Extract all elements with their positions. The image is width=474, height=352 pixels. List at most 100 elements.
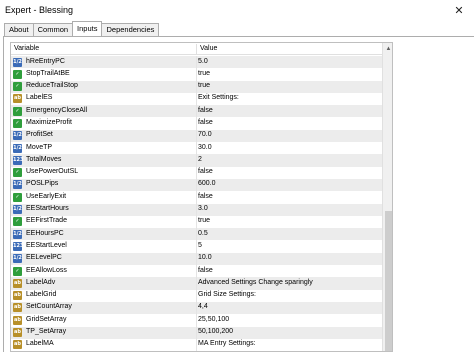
vertical-scrollbar[interactable]: ▲ <box>382 43 392 351</box>
variable-value[interactable]: true <box>198 82 210 89</box>
variable-value[interactable]: 50,100,200 <box>198 328 233 335</box>
table-row[interactable]: ab GridSetArray 25,50,100 <box>11 314 382 327</box>
variable-value[interactable]: true <box>198 70 210 77</box>
column-divider <box>196 252 197 266</box>
variable-name: SetCountArray <box>26 303 72 311</box>
variable-value[interactable]: false <box>198 267 213 274</box>
column-divider <box>196 326 197 339</box>
scroll-thumb[interactable] <box>385 211 392 351</box>
variable-value[interactable]: 0.5 <box>198 230 208 237</box>
table-row[interactable]: ab LabelMA MA Entry Settings: <box>11 338 382 351</box>
column-divider <box>196 178 197 192</box>
table-row[interactable]: 1/2 MoveTP 30.0 <box>11 142 382 155</box>
column-divider <box>196 314 197 327</box>
table-row[interactable]: ✓ MaximizeProfit false <box>11 117 382 130</box>
variable-name: MoveTP <box>26 143 53 151</box>
num-type-icon: 1/2 <box>13 229 22 239</box>
variable-value[interactable]: true <box>198 217 210 224</box>
variable-name: POSLPips <box>26 180 59 188</box>
table-row[interactable]: ✓ UsePowerOutSL false <box>11 166 382 179</box>
str-type-icon: ab <box>13 315 22 325</box>
table-row[interactable]: 1/2 POSLPips 600.0 <box>11 178 382 192</box>
column-divider[interactable] <box>196 44 197 54</box>
tab-about[interactable]: About <box>4 23 34 36</box>
scroll-up-icon[interactable]: ▲ <box>383 43 392 54</box>
table-row[interactable]: ab LabelGrid Grid Size Settings: <box>11 289 382 302</box>
variable-value[interactable]: false <box>198 168 213 175</box>
variable-value[interactable]: false <box>198 119 213 126</box>
column-divider <box>196 215 197 229</box>
variable-value[interactable]: Advanced Settings Change sparingly <box>198 279 313 286</box>
variable-value[interactable]: 25,50,100 <box>198 316 229 323</box>
variable-value[interactable]: false <box>198 193 213 200</box>
variable-value[interactable]: 2 <box>198 156 202 163</box>
variable-name: EEStartLevel <box>26 241 67 249</box>
variable-value[interactable]: 30.0 <box>198 144 212 151</box>
column-divider <box>196 105 197 118</box>
table-row[interactable]: 1/2 EEHoursPC 0.5 <box>11 228 382 241</box>
tab-dependencies[interactable]: Dependencies <box>101 23 160 36</box>
variable-value[interactable]: 10.0 <box>198 254 212 261</box>
variable-value[interactable]: Exit Settings: <box>198 94 239 101</box>
tab-inputs[interactable]: Inputs <box>72 21 103 36</box>
table-row[interactable]: ✓ EEFirstTrade true <box>11 215 382 229</box>
column-divider <box>196 129 197 143</box>
variable-name: LabelMA <box>26 340 54 348</box>
num-type-icon: 1/2 <box>13 57 22 67</box>
variable-name: ProfitSet <box>26 131 53 139</box>
variable-value[interactable]: 600.0 <box>198 180 216 187</box>
column-header-variable[interactable]: Variable <box>14 45 39 52</box>
bool-type-icon: ✓ <box>13 168 22 178</box>
variable-name: LabelAdv <box>26 278 56 286</box>
variable-value[interactable]: 70.0 <box>198 131 212 138</box>
table-row[interactable]: 1/2 EEStartHours 3.0 <box>11 203 382 216</box>
column-divider <box>196 92 197 106</box>
variable-name: EELevelPC <box>26 254 62 262</box>
tab-strip: About Common Inputs Dependencies <box>4 21 160 36</box>
table-row[interactable]: ✓ UseEarlyExit false <box>11 191 382 204</box>
table-row[interactable]: 123 EEStartLevel 5 <box>11 240 382 253</box>
bool-type-icon: ✓ <box>13 266 22 276</box>
table-row[interactable]: ab LabelES Exit Settings: <box>11 92 382 106</box>
str-type-icon: ab <box>13 278 22 288</box>
column-divider <box>196 277 197 290</box>
variable-value[interactable]: MA Entry Settings: <box>198 340 256 347</box>
int-type-icon: 123 <box>13 241 24 251</box>
table-row[interactable]: ab TP_SetArray 50,100,200 <box>11 326 382 339</box>
variable-value[interactable]: 5 <box>198 242 202 249</box>
variable-name: UsePowerOutSL <box>26 168 79 176</box>
tab-common[interactable]: Common <box>32 23 74 36</box>
table-row[interactable]: ✓ EEAllowLoss false <box>11 265 382 278</box>
bool-type-icon: ✓ <box>13 106 22 116</box>
variable-value[interactable]: false <box>198 107 213 114</box>
column-divider <box>196 265 197 278</box>
grid-rows: 1/2 hReEntryPC 5.0 ✓ StopTrailAtBE true ✓ Reduc… <box>11 56 382 351</box>
window-title: Expert - Blessing <box>5 5 74 15</box>
table-row[interactable]: 123 TotalMoves 2 <box>11 154 382 167</box>
table-row[interactable]: 1/2 EELevelPC 10.0 <box>11 252 382 266</box>
table-row[interactable]: ✓ StopTrailAtBE true <box>11 68 382 81</box>
variable-name: GridSetArray <box>26 315 67 323</box>
variable-value[interactable]: 3.0 <box>198 205 208 212</box>
variable-value[interactable]: Grid Size Settings: <box>198 291 256 298</box>
close-icon[interactable]: ✕ <box>444 0 474 20</box>
variable-name: LabelES <box>26 94 53 102</box>
bool-type-icon: ✓ <box>13 82 22 92</box>
column-divider <box>196 203 197 216</box>
variable-name: hReEntryPC <box>26 57 65 65</box>
column-header-value[interactable]: Value <box>200 45 217 52</box>
str-type-icon: ab <box>13 303 22 313</box>
variable-value[interactable]: 4,4 <box>198 303 208 310</box>
str-type-icon: ab <box>13 291 22 301</box>
bool-type-icon: ✓ <box>13 118 22 128</box>
table-row[interactable]: ✓ ReduceTrailStop true <box>11 80 382 93</box>
grid-header: Variable Value <box>11 43 382 55</box>
str-type-icon: ab <box>13 340 22 350</box>
variable-value[interactable]: 5.0 <box>198 58 208 65</box>
table-row[interactable]: 1/2 ProfitSet 70.0 <box>11 129 382 143</box>
column-divider <box>196 338 197 351</box>
table-row[interactable]: ab SetCountArray 4,4 <box>11 301 382 315</box>
table-row[interactable]: 1/2 hReEntryPC 5.0 <box>11 56 382 69</box>
table-row[interactable]: ab LabelAdv Advanced Settings Change spari… <box>11 277 382 290</box>
table-row[interactable]: ✓ EmergencyCloseAll false <box>11 105 382 118</box>
